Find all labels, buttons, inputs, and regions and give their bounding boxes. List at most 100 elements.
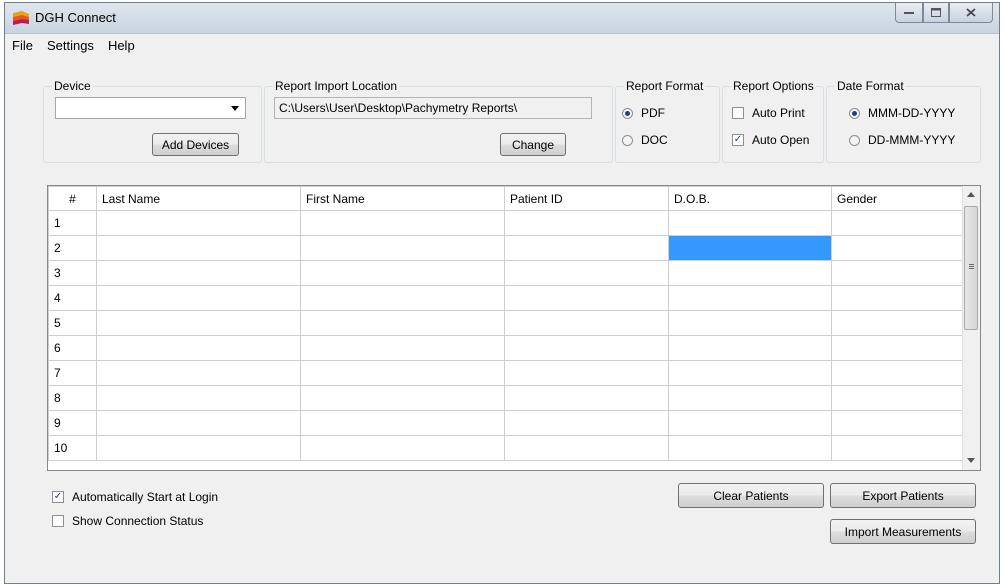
radio-dd-mmm-yyyy[interactable]: DD-MMM-YYYY	[849, 133, 955, 147]
report-path-field[interactable]: C:\Users\User\Desktop\Pachymetry Reports…	[274, 97, 592, 119]
column-header-number[interactable]: #	[48, 186, 97, 211]
cell-last-name[interactable]	[96, 385, 301, 411]
scroll-thumb[interactable]	[964, 206, 978, 330]
radio-doc[interactable]: DOC	[622, 133, 668, 147]
cell-first-name[interactable]	[300, 235, 505, 261]
table-row[interactable]: 6	[48, 335, 965, 361]
cell-last-name[interactable]	[96, 410, 301, 436]
table-row[interactable]: 2	[48, 235, 965, 261]
column-header-patient-id[interactable]: Patient ID	[504, 186, 669, 211]
cell-patient-id[interactable]	[504, 210, 669, 236]
cell-last-name[interactable]	[96, 210, 301, 236]
cell-gender[interactable]	[831, 260, 965, 286]
cell-first-name[interactable]	[300, 410, 505, 436]
table-row[interactable]: 10	[48, 435, 965, 461]
cell-first-name[interactable]	[300, 385, 505, 411]
add-devices-button[interactable]: Add Devices	[152, 133, 239, 156]
maximize-button[interactable]	[923, 3, 949, 23]
cell-last-name[interactable]	[96, 335, 301, 361]
cell-last-name[interactable]	[96, 285, 301, 311]
row-number: 8	[48, 385, 97, 411]
table-row[interactable]: 7	[48, 360, 965, 386]
column-header-gender[interactable]: Gender	[831, 186, 965, 211]
cell-patient-id[interactable]	[504, 410, 669, 436]
scroll-down-icon[interactable]	[967, 458, 975, 463]
table-row[interactable]: 1	[48, 210, 965, 236]
cell-first-name[interactable]	[300, 260, 505, 286]
table-row[interactable]: 5	[48, 310, 965, 336]
table-row[interactable]: 3	[48, 260, 965, 286]
radio-pdf[interactable]: PDF	[622, 106, 665, 120]
title-bar[interactable]: DGH Connect	[5, 3, 999, 34]
column-header-last-name[interactable]: Last Name	[96, 186, 301, 211]
patients-grid[interactable]: # Last Name First Name Patient ID D.O.B.…	[47, 185, 981, 471]
cell-gender[interactable]	[831, 285, 965, 311]
cell-first-name[interactable]	[300, 310, 505, 336]
cell-gender[interactable]	[831, 410, 965, 436]
close-button[interactable]	[949, 3, 993, 23]
minimize-button[interactable]	[895, 3, 923, 23]
cell-patient-id[interactable]	[504, 260, 669, 286]
cell-dob[interactable]	[668, 435, 832, 461]
show-status-checkbox[interactable]: Show Connection Status	[52, 514, 203, 528]
cell-dob[interactable]	[668, 260, 832, 286]
column-header-first-name[interactable]: First Name	[300, 186, 505, 211]
auto-print-checkbox[interactable]: Auto Print	[732, 106, 805, 120]
change-button[interactable]: Change	[500, 133, 566, 156]
cell-last-name[interactable]	[96, 360, 301, 386]
table-row[interactable]: 9	[48, 410, 965, 436]
cell-patient-id[interactable]	[504, 335, 669, 361]
date-format-group: Date Format MMM-DD-YYYY DD-MMM-YYYY	[826, 79, 981, 163]
cell-patient-id[interactable]	[504, 435, 669, 461]
auto-open-checkbox[interactable]: ✓ Auto Open	[732, 133, 809, 147]
cell-dob[interactable]	[668, 285, 832, 311]
cell-gender[interactable]	[831, 310, 965, 336]
patients-table: # Last Name First Name Patient ID D.O.B.…	[48, 186, 965, 461]
row-number: 10	[48, 435, 97, 461]
cell-first-name[interactable]	[300, 360, 505, 386]
cell-gender[interactable]	[831, 360, 965, 386]
cell-dob[interactable]	[668, 210, 832, 236]
cell-last-name[interactable]	[96, 435, 301, 461]
cell-last-name[interactable]	[96, 310, 301, 336]
cell-first-name[interactable]	[300, 435, 505, 461]
radio-pdf-label: PDF	[641, 106, 665, 120]
table-row[interactable]: 8	[48, 385, 965, 411]
cell-patient-id[interactable]	[504, 360, 669, 386]
scroll-up-icon[interactable]	[967, 192, 975, 197]
import-measurements-button[interactable]: Import Measurements	[830, 519, 976, 544]
cell-patient-id[interactable]	[504, 310, 669, 336]
cell-gender[interactable]	[831, 235, 965, 261]
window-controls	[895, 3, 993, 25]
cell-dob[interactable]	[668, 335, 832, 361]
cell-gender[interactable]	[831, 335, 965, 361]
menu-file[interactable]: File	[5, 38, 40, 53]
cell-dob[interactable]	[668, 410, 832, 436]
vertical-scrollbar[interactable]	[962, 186, 980, 470]
clear-patients-button[interactable]: Clear Patients	[678, 483, 824, 508]
table-row[interactable]: 4	[48, 285, 965, 311]
cell-first-name[interactable]	[300, 285, 505, 311]
window-title: DGH Connect	[35, 10, 116, 25]
cell-patient-id[interactable]	[504, 235, 669, 261]
cell-dob[interactable]	[668, 360, 832, 386]
cell-dob[interactable]	[668, 310, 832, 336]
cell-dob[interactable]	[668, 385, 832, 411]
column-header-dob[interactable]: D.O.B.	[668, 186, 832, 211]
cell-gender[interactable]	[831, 385, 965, 411]
device-select[interactable]	[55, 97, 246, 119]
cell-gender[interactable]	[831, 435, 965, 461]
cell-first-name[interactable]	[300, 335, 505, 361]
cell-last-name[interactable]	[96, 235, 301, 261]
cell-gender[interactable]	[831, 210, 965, 236]
radio-mmm-dd-yyyy[interactable]: MMM-DD-YYYY	[849, 106, 955, 120]
menu-help[interactable]: Help	[101, 38, 142, 53]
cell-patient-id[interactable]	[504, 385, 669, 411]
cell-dob-selected[interactable]	[668, 235, 832, 261]
cell-first-name[interactable]	[300, 210, 505, 236]
cell-patient-id[interactable]	[504, 285, 669, 311]
menu-settings[interactable]: Settings	[40, 38, 101, 53]
export-patients-button[interactable]: Export Patients	[830, 483, 976, 508]
auto-start-checkbox[interactable]: ✓ Automatically Start at Login	[52, 490, 218, 504]
cell-last-name[interactable]	[96, 260, 301, 286]
